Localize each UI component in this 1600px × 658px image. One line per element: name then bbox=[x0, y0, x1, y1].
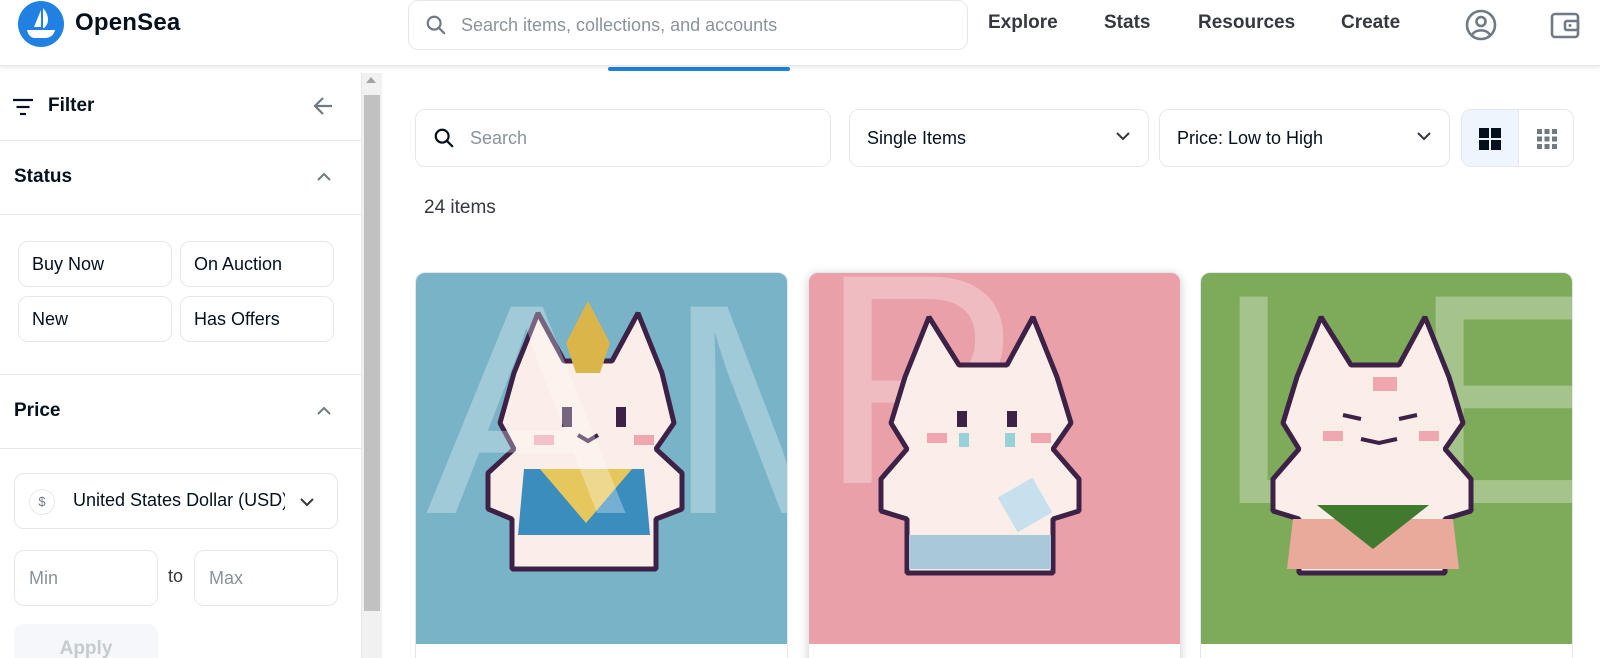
nav-stats-link[interactable]: Stats bbox=[1104, 12, 1150, 34]
price-title: Price bbox=[14, 400, 61, 421]
nft-card-green-cat[interactable]: L E bbox=[1200, 272, 1573, 658]
scroll-up-arrow-icon[interactable] bbox=[366, 77, 376, 83]
nft-card-pink-cat[interactable]: P bbox=[808, 272, 1181, 658]
pixel-cat-image: L E bbox=[1201, 273, 1572, 644]
global-search-placeholder: Search items, collections, and accounts bbox=[461, 14, 778, 35]
status-title: Status bbox=[14, 166, 73, 187]
search-icon bbox=[426, 15, 446, 35]
wallet-icon[interactable] bbox=[1548, 8, 1582, 42]
nft-card-blue-cat[interactable]: A M bbox=[415, 272, 788, 658]
global-search-input[interactable]: Search items, collections, and accounts bbox=[408, 0, 968, 50]
status-section-header[interactable]: Status bbox=[0, 141, 362, 215]
item-type-select[interactable]: Single Items bbox=[849, 109, 1149, 167]
items-search-input[interactable]: Search bbox=[415, 109, 831, 167]
nav-resources-link[interactable]: Resources bbox=[1198, 12, 1295, 34]
chevron-down-icon bbox=[1116, 132, 1130, 141]
large-grid-icon bbox=[1479, 128, 1501, 150]
filter-header: Filter bbox=[0, 73, 362, 141]
account-icon[interactable] bbox=[1464, 8, 1498, 42]
status-options: Buy Now On Auction New Has Offers bbox=[0, 215, 362, 375]
nav-create-link[interactable]: Create bbox=[1341, 12, 1400, 34]
status-has-offers-button[interactable]: Has Offers bbox=[180, 296, 334, 342]
small-grid-button[interactable] bbox=[1519, 110, 1573, 166]
apply-price-button[interactable]: Apply bbox=[14, 624, 158, 658]
chevron-down-icon bbox=[1417, 132, 1431, 141]
pixel-cat-image: A M bbox=[416, 273, 788, 644]
item-count: 24 items bbox=[424, 197, 496, 218]
status-buy-now-button[interactable]: Buy Now bbox=[18, 241, 172, 287]
collapse-sidebar-arrow-icon[interactable] bbox=[312, 95, 334, 117]
filter-title: Filter bbox=[48, 95, 95, 116]
currency-label: United States Dollar (USD) bbox=[73, 490, 285, 510]
dollar-icon: $ bbox=[29, 489, 55, 515]
chevron-up-icon[interactable] bbox=[316, 406, 332, 416]
brand-name[interactable]: OpenSea bbox=[75, 9, 180, 37]
chevron-up-icon[interactable] bbox=[316, 172, 332, 182]
filter-icon bbox=[13, 98, 33, 116]
range-to-label: to bbox=[168, 566, 184, 586]
opensea-logo-icon[interactable] bbox=[18, 1, 64, 47]
nav-explore-link[interactable]: Explore bbox=[988, 12, 1058, 34]
watermark-letter: A bbox=[426, 273, 628, 577]
price-max-input[interactable]: Max bbox=[194, 550, 338, 606]
search-icon bbox=[434, 128, 454, 148]
grid-view-toggle bbox=[1461, 109, 1574, 167]
status-new-button[interactable]: New bbox=[18, 296, 172, 342]
sort-select[interactable]: Price: Low to High bbox=[1159, 109, 1450, 167]
sort-value: Price: Low to High bbox=[1177, 128, 1324, 148]
item-type-value: Single Items bbox=[867, 128, 967, 148]
active-tab-indicator bbox=[608, 67, 790, 71]
pixel-cat-image: P bbox=[809, 273, 1180, 644]
top-navigation: OpenSea Search items, collections, and a… bbox=[0, 0, 1600, 66]
sidebar-scrollbar-thumb[interactable] bbox=[364, 95, 380, 611]
price-section-header[interactable]: Price bbox=[0, 375, 362, 449]
small-grid-icon bbox=[1537, 129, 1557, 149]
chevron-down-icon bbox=[300, 498, 314, 507]
filter-sidebar: Filter Status Buy Now On Auction New Has… bbox=[0, 73, 362, 658]
status-on-auction-button[interactable]: On Auction bbox=[180, 241, 334, 287]
currency-select[interactable]: $ United States Dollar (USD) bbox=[14, 473, 338, 529]
large-grid-button[interactable] bbox=[1462, 110, 1519, 166]
price-min-input[interactable]: Min bbox=[14, 550, 158, 606]
watermark-letter: M bbox=[666, 273, 788, 577]
items-search-placeholder: Search bbox=[470, 128, 528, 148]
